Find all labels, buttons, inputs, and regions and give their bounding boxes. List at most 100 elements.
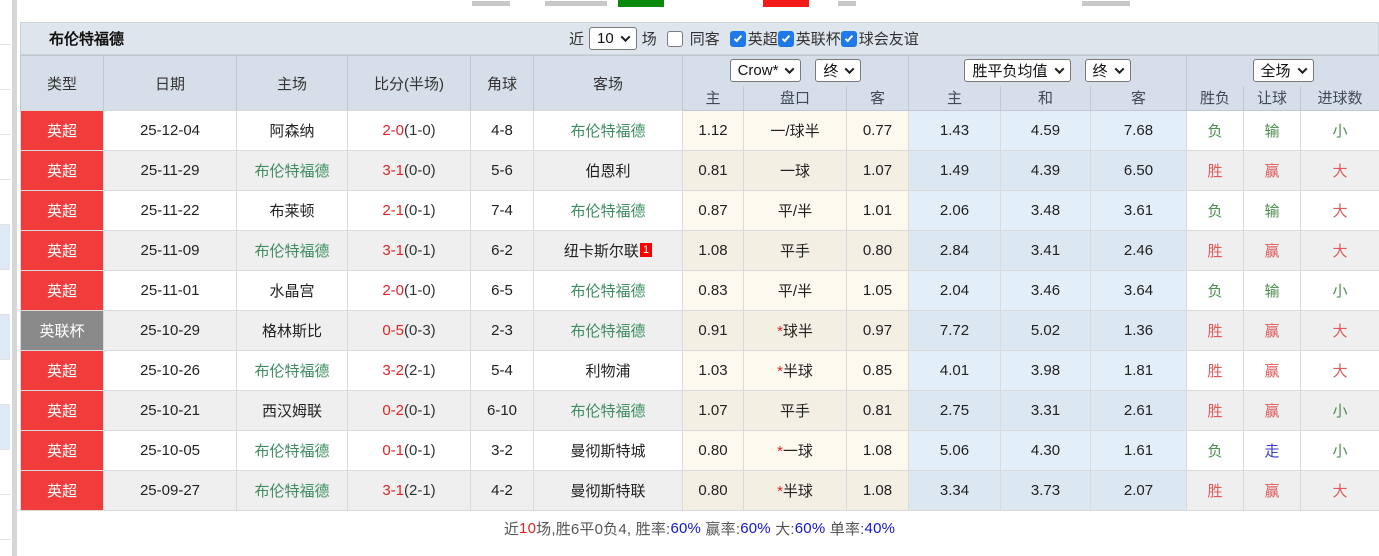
col-header-corner: 角球 bbox=[470, 55, 534, 111]
odds-away: 0.80 bbox=[846, 230, 909, 271]
recent-count-value: 10 bbox=[597, 29, 614, 47]
score-cell: 3-2(2-1) bbox=[347, 350, 471, 391]
odds-home: 1.07 bbox=[682, 390, 744, 431]
adjacent-row bbox=[0, 90, 10, 135]
adjacent-row bbox=[0, 315, 10, 360]
handicap-result: 赢 bbox=[1243, 390, 1301, 431]
recent-count-select[interactable]: 10 bbox=[589, 27, 637, 50]
avg-draw-odds: 3.73 bbox=[1000, 470, 1091, 511]
table-row: 英超 25-10-05 布伦特福德 0-1(0-1) 3-2 曼彻斯特城 0.8… bbox=[20, 430, 1379, 471]
scope-select[interactable]: 全场 bbox=[1252, 59, 1314, 83]
table-row: 英超 25-12-04 阿森纳 2-0(1-0) 4-8 布伦特福德 1.12 … bbox=[20, 110, 1379, 151]
score-cell: 0-5(0-3) bbox=[347, 310, 471, 351]
friendly-checkbox[interactable] bbox=[840, 30, 857, 47]
score-cell: 2-0(1-0) bbox=[347, 110, 471, 151]
away-team-cell: 曼彻斯特城 bbox=[533, 430, 683, 471]
bookmaker-select[interactable]: Crow* bbox=[729, 59, 802, 83]
odds-away: 1.08 bbox=[846, 430, 909, 471]
summary-stat-value: 60% bbox=[670, 519, 702, 537]
table-row: 英超 25-11-29 布伦特福德 3-1(0-0) 5-6 伯恩利 0.81 … bbox=[20, 150, 1379, 191]
league-epl-checkbox[interactable] bbox=[729, 30, 746, 47]
sub-col-avg-home: 主 bbox=[908, 85, 1001, 111]
away-team: 伯恩利 bbox=[585, 163, 631, 180]
chevron-down-icon bbox=[620, 31, 631, 42]
corner-score: 6-5 bbox=[470, 270, 534, 311]
halftime-score: (1-0) bbox=[404, 282, 436, 299]
handicap-result: 赢 bbox=[1243, 230, 1301, 271]
away-team-cell: 布伦特福德 bbox=[533, 390, 683, 431]
handicap-result: 输 bbox=[1243, 110, 1301, 151]
goals-result: 小 bbox=[1299, 390, 1379, 431]
avg-home-odds: 2.06 bbox=[908, 190, 1001, 231]
avg-home-odds: 2.84 bbox=[908, 230, 1001, 271]
home-team: 阿森纳 bbox=[236, 110, 348, 151]
sub-col-odds-away: 客 bbox=[846, 85, 909, 111]
corner-score: 2-3 bbox=[470, 310, 534, 351]
cropped-text-fragment bbox=[838, 1, 856, 6]
fulltime-score: 3-1 bbox=[382, 242, 404, 259]
home-team: 格林斯比 bbox=[236, 310, 348, 351]
avg-away-odds: 1.81 bbox=[1090, 350, 1187, 391]
handicap-line: 一/球半 bbox=[743, 110, 847, 151]
adjacent-row bbox=[0, 450, 10, 495]
match-date: 25-09-27 bbox=[103, 470, 237, 511]
win-loss-result: 负 bbox=[1186, 110, 1244, 151]
home-team: 布伦特福德 bbox=[236, 430, 348, 471]
avg-away-odds: 7.68 bbox=[1090, 110, 1187, 151]
win-loss-result: 负 bbox=[1186, 270, 1244, 311]
league-badge: 英超 bbox=[20, 110, 104, 151]
away-team: 布伦特福德 bbox=[570, 123, 646, 140]
sub-col-handicap: 盘口 bbox=[743, 85, 847, 111]
handicap-line: *一球 bbox=[743, 430, 847, 471]
league-badge: 英超 bbox=[20, 190, 104, 231]
league-cup-label: 英联杯 bbox=[795, 31, 841, 48]
avg-away-odds: 3.64 bbox=[1090, 270, 1187, 311]
handicap-line: 平手 bbox=[743, 390, 847, 431]
table-row: 英超 25-10-21 西汉姆联 0-2(0-1) 6-10 布伦特福德 1.0… bbox=[20, 390, 1379, 431]
league-badge: 英联杯 bbox=[20, 310, 104, 351]
sub-col-result: 胜负 bbox=[1186, 85, 1244, 111]
check-icon bbox=[781, 33, 790, 42]
away-team: 纽卡斯尔联 bbox=[563, 243, 639, 260]
odds-state-select[interactable]: 终 bbox=[815, 59, 862, 83]
avg-away-odds: 2.46 bbox=[1090, 230, 1187, 271]
col-header-date: 日期 bbox=[103, 55, 237, 111]
score-cell: 3-1(2-1) bbox=[347, 470, 471, 511]
odds-home: 0.91 bbox=[682, 310, 744, 351]
avg-home-odds: 5.06 bbox=[908, 430, 1001, 471]
avg-state-select[interactable]: 终 bbox=[1084, 59, 1131, 83]
league-badge: 英超 bbox=[20, 270, 104, 311]
avg-home-odds: 3.34 bbox=[908, 470, 1001, 511]
summary-prefix: 近 bbox=[503, 520, 520, 538]
handicap-line: 平/半 bbox=[743, 270, 847, 311]
cropped-top-row bbox=[0, 0, 1379, 8]
odds-home: 0.83 bbox=[682, 270, 744, 311]
goals-result: 大 bbox=[1299, 150, 1379, 191]
adjacent-row bbox=[0, 225, 10, 270]
win-loss-result: 负 bbox=[1186, 190, 1244, 231]
home-team: 布莱顿 bbox=[236, 190, 348, 231]
match-date: 25-10-21 bbox=[103, 390, 237, 431]
avg-type-select[interactable]: 胜平负均值 bbox=[964, 59, 1071, 83]
handicap-line: 平/半 bbox=[743, 190, 847, 231]
handicap-result: 赢 bbox=[1243, 350, 1301, 391]
match-date: 25-11-09 bbox=[103, 230, 237, 271]
avg-draw-odds: 3.48 bbox=[1000, 190, 1091, 231]
team-title: 布伦特福德 bbox=[49, 31, 125, 48]
table-row: 英联杯 25-10-29 格林斯比 0-5(0-3) 2-3 布伦特福德 0.9… bbox=[20, 310, 1379, 351]
home-team: 布伦特福德 bbox=[236, 150, 348, 191]
home-team: 布伦特福德 bbox=[236, 230, 348, 271]
same-away-checkbox[interactable] bbox=[666, 30, 683, 47]
avg-draw-odds: 5.02 bbox=[1000, 310, 1091, 351]
odds-home: 0.87 bbox=[682, 190, 744, 231]
sub-col-spread: 让球 bbox=[1243, 85, 1301, 111]
goals-result: 小 bbox=[1299, 110, 1379, 151]
summary-stat-label: 胜率: bbox=[635, 520, 671, 538]
cropped-text-fragment bbox=[545, 1, 607, 6]
match-date: 25-11-22 bbox=[103, 190, 237, 231]
score-cell: 3-1(0-0) bbox=[347, 150, 471, 191]
fulltime-score: 0-5 bbox=[382, 322, 404, 339]
halftime-score: (1-0) bbox=[404, 122, 436, 139]
check-icon bbox=[733, 33, 742, 42]
league-cup-checkbox[interactable] bbox=[777, 30, 794, 47]
